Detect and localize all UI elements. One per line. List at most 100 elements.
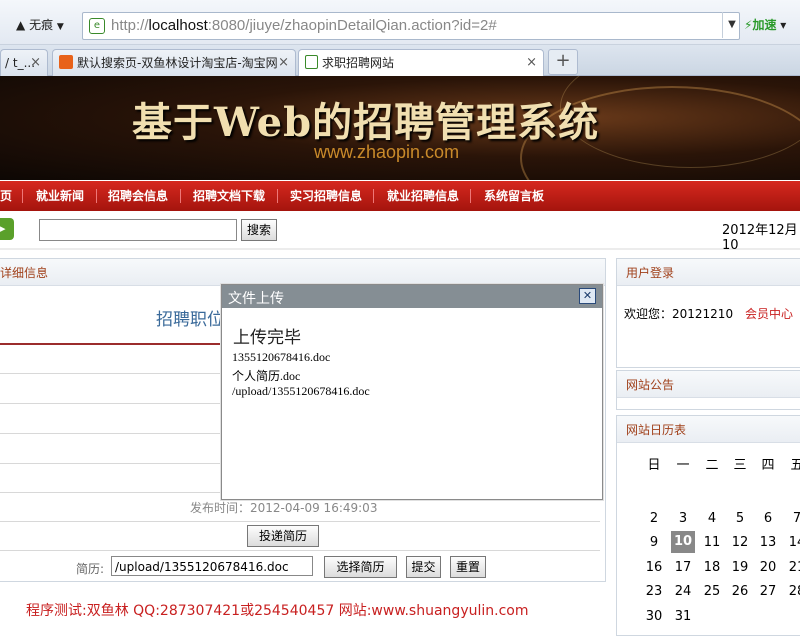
calendar-day[interactable]: 11 [700,534,724,552]
welcome-text: 欢迎您：20121210 [624,307,734,321]
calendar-weekday: 五 [790,458,800,473]
calendar-day[interactable]: 23 [642,583,666,601]
divider [0,521,600,522]
choose-resume-button[interactable]: 选择简历 [324,556,397,578]
notice-panel: 网站公告 [616,370,800,410]
calendar-day[interactable]: 7 [785,510,800,528]
calendar-day[interactable]: 4 [700,510,724,528]
calendar-day[interactable]: 17 [671,559,695,577]
calendar-weekday: 一 [676,458,690,473]
nav-item-news[interactable]: 就业新闻 [36,181,84,211]
calendar-day[interactable]: 16 [642,559,666,577]
close-icon[interactable]: × [278,50,289,76]
calendar-day[interactable]: 24 [671,583,695,601]
reset-button[interactable]: 重置 [450,556,486,578]
calendar-day[interactable]: 18 [700,559,724,577]
calendar-day[interactable]: 3 [671,510,695,528]
incognito-button[interactable]: ▲ 无痕 ▼ [16,14,76,36]
resume-label: 简历: [76,562,105,576]
original-file-name: 个人简历.doc [232,369,301,383]
page-icon [305,55,318,69]
taobao-icon [59,55,73,69]
panel-header-title: 详细信息 [0,266,49,280]
login-header-title: 用户登录 [626,266,675,280]
calendar-today[interactable]: 10 [671,531,695,553]
address-bar[interactable]: e http://localhost:8080/jiuye/zhaopinDet… [82,12,740,40]
nav-item-home[interactable]: 页 [0,181,12,211]
calendar-day[interactable]: 30 [642,608,666,626]
calendar-day[interactable]: 9 [642,534,666,552]
nav-item-internship[interactable]: 实习招聘信息 [290,181,362,211]
nav-item-docs[interactable]: 招聘文档下载 [193,181,265,211]
tab-1[interactable]: / t_... × [0,49,48,76]
banner-subtitle: www.zhaopin.com [314,142,460,162]
speed-button[interactable]: ⚡加速 ▾ [744,14,800,36]
tab-3[interactable]: 求职招聘网站 × [298,49,544,77]
upload-status: 上传完毕 [233,328,301,348]
submit-button[interactable]: 提交 [406,556,441,578]
calendar-day[interactable]: 25 [700,583,724,601]
close-icon[interactable]: ✕ [579,288,596,304]
calendar-weekday: 二 [705,458,719,473]
calendar-header: 网站日历表 [617,416,800,443]
calendar-header-title: 网站日历表 [626,423,687,437]
calendar-day[interactable]: 19 [728,559,752,577]
search-input[interactable] [39,219,237,241]
calendar-day[interactable]: 13 [756,534,780,552]
uploaded-file-name: 1355120678416.doc [232,350,331,364]
job-title: 招聘职位 [156,310,224,330]
search-button[interactable]: 搜索 [241,219,277,241]
search-row: ▸ 搜索 2012年12月10 [0,212,800,253]
panel-header: 详细信息 [0,259,605,286]
notice-header: 网站公告 [617,371,800,398]
dialog-header: 文件上传 ✕ [222,285,602,308]
tab-label: 求职招聘网站 [322,56,395,70]
footer-text: 程序测试:双鱼林 QQ:287307421或254540457 网站:www.s… [26,603,529,619]
calendar-day[interactable]: 31 [671,608,695,626]
calendar-day[interactable]: 6 [756,510,780,528]
resume-path-input[interactable]: /upload/1355120678416.doc [111,556,313,576]
tab-2[interactable]: 默认搜索页-双鱼林设计淘宝店-淘宝网 × [52,49,296,76]
url-text[interactable]: http://localhost:8080/jiuye/zhaopinDetai… [111,13,497,39]
calendar-day[interactable]: 14 [785,534,800,552]
close-icon[interactable]: × [30,50,41,76]
speed-label: 加速 [752,18,777,32]
publish-time: 发布时间：2012-04-09 16:49:03 [190,501,378,515]
tab-bar: / t_... × 默认搜索页-双鱼林设计淘宝店-淘宝网 × 求职招聘网站 × + [0,45,800,77]
member-center-link[interactable]: 会员中心 [745,305,793,322]
calendar-day[interactable]: 2 [642,510,666,528]
calendar-day[interactable]: 12 [728,534,752,552]
site-banner: 基于Web的招聘管理系统 www.zhaopin.com [0,76,800,180]
calendar-day[interactable]: 21 [785,559,800,577]
upload-path: /upload/1355120678416.doc [232,384,370,398]
nav-item-guestbook[interactable]: 系统留言板 [484,181,544,211]
divider [0,550,600,551]
calendar-day[interactable]: 26 [728,583,752,601]
deliver-resume-button[interactable]: 投递简历 [247,525,319,547]
tab-label: 默认搜索页-双鱼林设计淘宝店-淘宝网 [77,56,278,70]
main-nav: 页 就业新闻 招聘会信息 招聘文档下载 实习招聘信息 就业招聘信息 系统留言板 [0,181,800,211]
login-panel: 用户登录 欢迎您：20121210 会员中心 [616,258,800,368]
incognito-icon: ▲ [16,18,26,32]
close-icon[interactable]: × [526,50,537,76]
current-date: 2012年12月10 [722,223,798,253]
chevron-down-icon: ▼ [56,22,64,32]
nav-item-fairs[interactable]: 招聘会信息 [108,181,168,211]
calendar-day[interactable]: 5 [728,510,752,528]
calendar-day[interactable]: 28 [785,583,800,601]
calendar-weekday: 四 [761,458,775,473]
calendar-day[interactable]: 27 [756,583,780,601]
calendar-weekday: 日 [647,458,661,473]
incognito-label: 无痕 [29,18,54,32]
nav-item-jobs[interactable]: 就业招聘信息 [387,181,459,211]
calendar-weekday: 三 [733,458,747,473]
new-tab-button[interactable]: + [548,49,578,75]
address-dropdown-icon[interactable]: ▼ [722,12,741,38]
arrow-tag-icon: ▸ [0,218,14,240]
upload-dialog: 文件上传 ✕ 上传完毕 1355120678416.doc 个人简历.doc /… [221,284,603,500]
notice-header-title: 网站公告 [626,378,675,392]
calendar-day[interactable]: 20 [756,559,780,577]
dialog-title: 文件上传 [228,291,284,307]
banner-title: 基于Web的招聘管理系统 [132,99,600,146]
page-icon: e [89,18,105,34]
